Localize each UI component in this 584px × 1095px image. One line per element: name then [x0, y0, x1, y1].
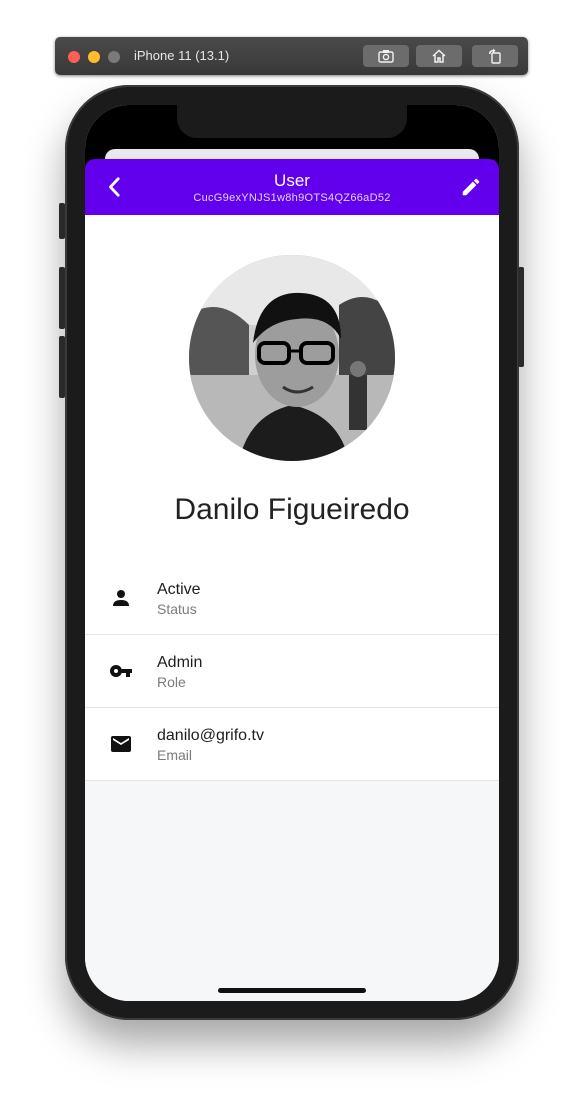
- detail-row-status: Active Status: [85, 562, 499, 635]
- home-indicator[interactable]: [218, 988, 366, 993]
- simulator-toolbar: iPhone 11 (13.1): [55, 37, 528, 75]
- status-label: Status: [157, 601, 197, 617]
- page-title: User: [274, 171, 310, 190]
- close-window-button[interactable]: [68, 51, 80, 63]
- user-id: CucG9exYNJS1w8h9OTS4QZ66aD52: [193, 192, 391, 204]
- pencil-icon: [462, 178, 480, 196]
- role-label: Role: [157, 674, 186, 690]
- content-area: Danilo Figueiredo Active Status Admin Ro…: [85, 215, 499, 1001]
- home-icon: [432, 49, 446, 63]
- screenshot-icon: [378, 50, 394, 63]
- profile-card: Danilo Figueiredo: [85, 215, 499, 563]
- mail-icon: [111, 736, 131, 752]
- screenshot-button[interactable]: [363, 45, 409, 67]
- volume-up-button: [59, 267, 65, 329]
- role-value: Admin: [157, 654, 203, 671]
- home-button[interactable]: [416, 45, 462, 67]
- detail-row-role: Admin Role: [85, 635, 499, 708]
- simulator-title: iPhone 11 (13.1): [134, 48, 230, 63]
- avatar-photo: [189, 255, 395, 461]
- notch: [177, 105, 407, 138]
- user-name: Danilo Figueiredo: [174, 493, 410, 526]
- volume-down-button: [59, 336, 65, 398]
- avatar: [189, 255, 395, 461]
- power-button: [518, 267, 524, 367]
- rotate-icon: [489, 48, 501, 64]
- zoom-window-button[interactable]: [108, 51, 120, 63]
- person-icon: [113, 590, 129, 606]
- edit-button[interactable]: [457, 173, 485, 201]
- device-screen: User CucG9exYNJS1w8h9OTS4QZ66aD52 Danilo…: [85, 105, 499, 1001]
- rotate-button[interactable]: [472, 45, 518, 67]
- app-header: User CucG9exYNJS1w8h9OTS4QZ66aD52: [85, 159, 499, 215]
- mute-switch: [59, 203, 65, 239]
- status-value: Active: [157, 581, 201, 598]
- minimize-window-button[interactable]: [88, 51, 100, 63]
- email-label: Email: [157, 747, 193, 763]
- email-value: danilo@grifo.tv: [157, 727, 264, 744]
- detail-row-email: danilo@grifo.tv Email: [85, 708, 499, 781]
- key-icon: [109, 665, 132, 677]
